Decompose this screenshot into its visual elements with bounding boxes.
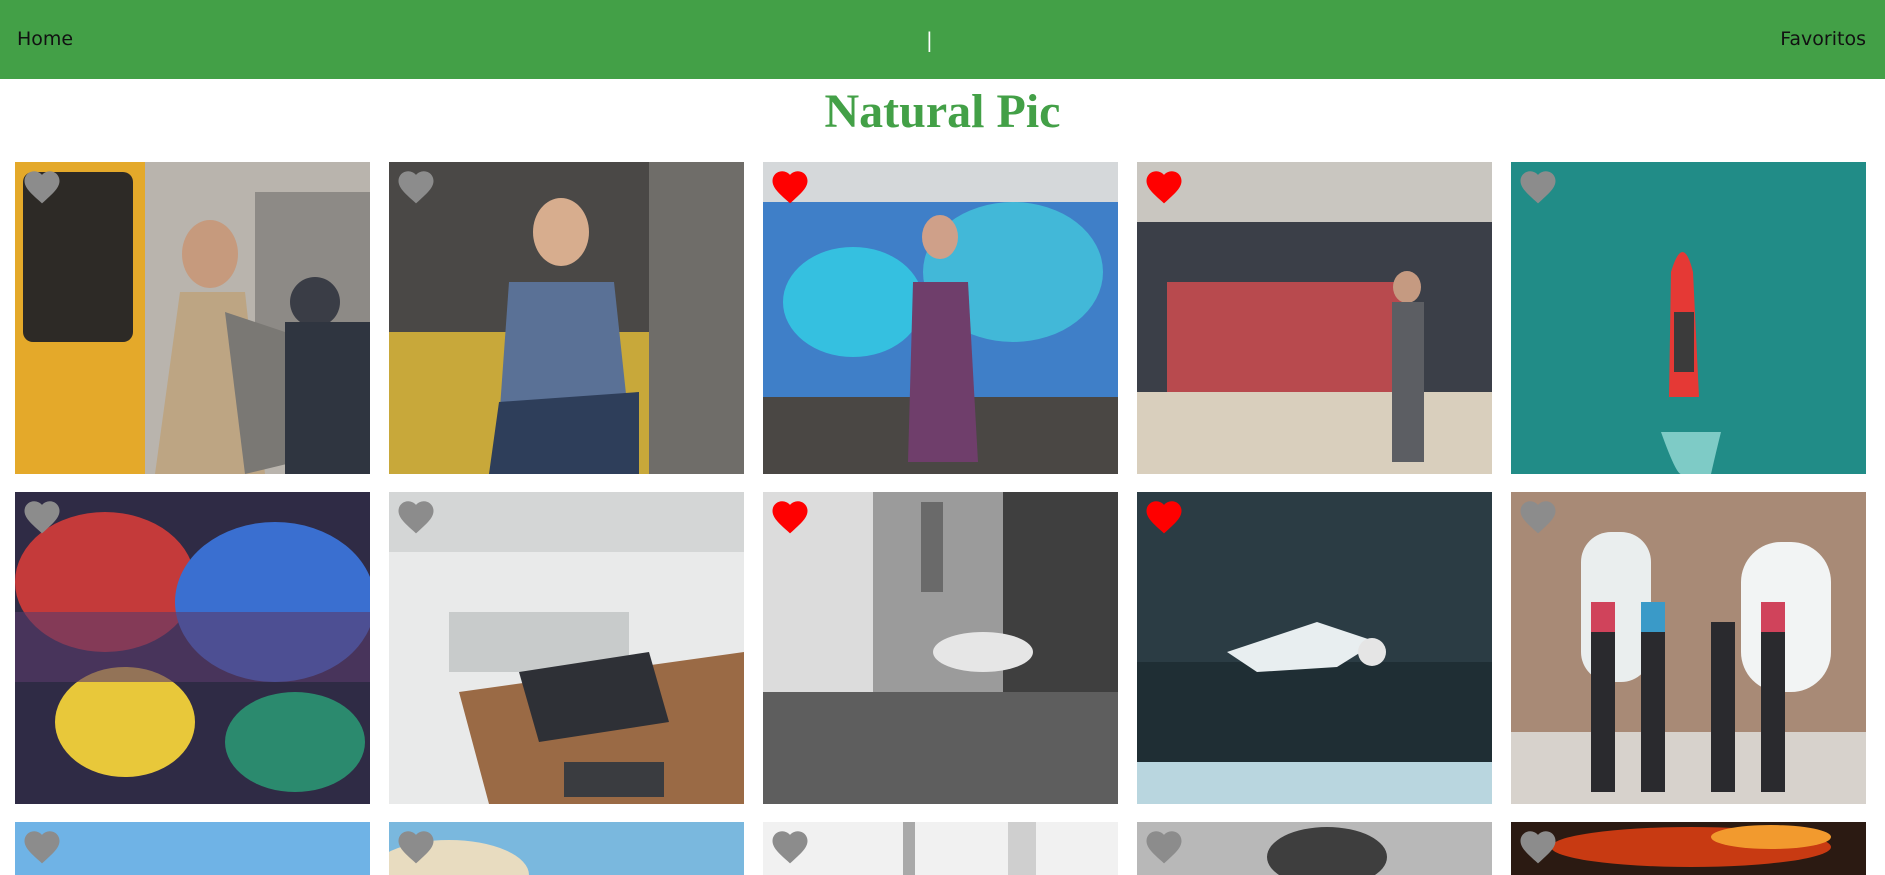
- photo-image: [763, 162, 1118, 474]
- photo-image: [15, 822, 370, 875]
- favorite-heart-icon[interactable]: [769, 826, 811, 868]
- favorite-heart-icon[interactable]: [21, 166, 63, 208]
- photo-card[interactable]: [1511, 822, 1866, 875]
- photo-image: [15, 492, 370, 804]
- favorite-heart-icon[interactable]: [769, 496, 811, 538]
- favorite-heart-icon[interactable]: [21, 496, 63, 538]
- photo-image: [389, 162, 744, 474]
- photo-card[interactable]: [1137, 492, 1492, 804]
- photo-card[interactable]: [1137, 162, 1492, 474]
- favorite-heart-icon[interactable]: [1143, 496, 1185, 538]
- favorite-heart-icon[interactable]: [1143, 826, 1185, 868]
- photo-gallery: [0, 0, 1885, 875]
- photo-card[interactable]: [389, 162, 744, 474]
- favorite-heart-icon[interactable]: [1517, 826, 1559, 868]
- photo-card[interactable]: [1137, 822, 1492, 875]
- favorite-heart-icon[interactable]: [395, 826, 437, 868]
- photo-card[interactable]: [15, 492, 370, 804]
- photo-image: [1137, 822, 1492, 875]
- photo-card[interactable]: [389, 822, 744, 875]
- photo-card[interactable]: [763, 822, 1118, 875]
- photo-image: [15, 162, 370, 474]
- photo-image: [763, 822, 1118, 875]
- favorite-heart-icon[interactable]: [395, 166, 437, 208]
- favorite-heart-icon[interactable]: [395, 496, 437, 538]
- photo-image: [1137, 492, 1492, 804]
- photo-image: [389, 492, 744, 804]
- photo-card[interactable]: [763, 162, 1118, 474]
- favorite-heart-icon[interactable]: [769, 166, 811, 208]
- favorite-heart-icon[interactable]: [1517, 166, 1559, 208]
- photo-image: [1511, 822, 1866, 875]
- photo-image: [1511, 162, 1866, 474]
- favorite-heart-icon[interactable]: [21, 826, 63, 868]
- photo-card[interactable]: [1511, 492, 1866, 804]
- photo-card[interactable]: [15, 822, 370, 875]
- photo-image: [1137, 162, 1492, 474]
- photo-image: [389, 822, 744, 875]
- photo-image: [763, 492, 1118, 804]
- photo-card[interactable]: [763, 492, 1118, 804]
- photo-card[interactable]: [389, 492, 744, 804]
- photo-card[interactable]: [15, 162, 370, 474]
- photo-image: [1511, 492, 1866, 804]
- favorite-heart-icon[interactable]: [1517, 496, 1559, 538]
- favorite-heart-icon[interactable]: [1143, 166, 1185, 208]
- photo-card[interactable]: [1511, 162, 1866, 474]
